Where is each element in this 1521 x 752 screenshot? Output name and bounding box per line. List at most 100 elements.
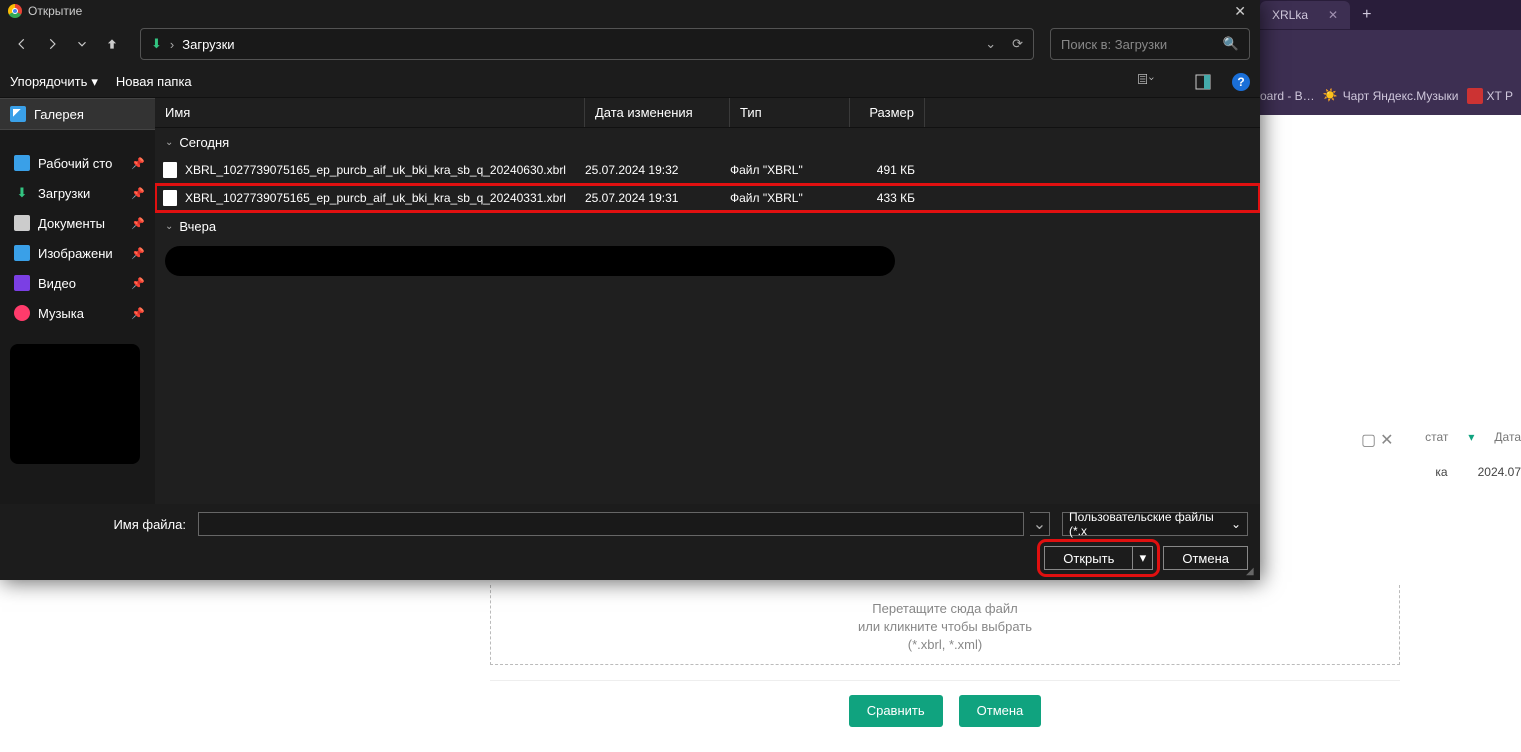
open-dropdown[interactable]: ▾ — [1133, 546, 1153, 570]
pin-icon: 📌 — [131, 217, 145, 230]
dialog-sidebar: Галерея Рабочий сто📌 ⬇Загрузки📌 Документ… — [0, 98, 155, 504]
maximize-icon[interactable]: ▢ — [1361, 430, 1376, 450]
view-mode-button[interactable] — [1138, 71, 1174, 92]
redacted-row — [165, 246, 895, 276]
file-list: ⌄Сегодня XBRL_1027739075165_ep_purcb_aif… — [155, 128, 1260, 504]
filetype-select[interactable]: Пользовательские файлы (*.x⌄ — [1062, 512, 1248, 536]
cancel-compare-button[interactable]: Отмена — [959, 695, 1042, 727]
pin-icon: 📌 — [131, 187, 145, 200]
sun-icon: ☀️ — [1323, 88, 1339, 104]
file-size: 433 КБ — [850, 191, 925, 205]
col-header-name[interactable]: Имя — [155, 98, 585, 127]
file-name: XBRL_1027739075165_ep_purcb_aif_uk_bki_k… — [185, 191, 585, 205]
bookmark-item[interactable]: XT P — [1467, 88, 1513, 104]
pin-icon: 📌 — [131, 277, 145, 290]
file-date: 25.07.2024 19:32 — [585, 163, 730, 177]
browser-tab[interactable]: XRLka ✕ — [1260, 1, 1350, 29]
sidebar-item-desktop[interactable]: Рабочий сто📌 — [0, 148, 155, 178]
filename-dropdown[interactable]: ⌄ — [1030, 512, 1050, 536]
video-icon — [14, 275, 30, 291]
pin-icon: 📌 — [131, 247, 145, 260]
filename-label: Имя файла: — [12, 517, 192, 532]
preview-pane-button[interactable] — [1192, 71, 1214, 93]
resize-grip[interactable]: ◢ — [1246, 566, 1258, 578]
cancel-button[interactable]: Отмена — [1163, 546, 1248, 570]
desktop-icon — [14, 155, 30, 171]
compare-button[interactable]: Сравнить — [849, 695, 943, 727]
chevron-down-icon: ⌄ — [165, 137, 173, 148]
file-drop-zone[interactable]: Перетащите сюда файл или кликните чтобы … — [490, 585, 1400, 665]
col-header-type[interactable]: Тип — [730, 98, 850, 127]
dialog-title: Открытие — [28, 4, 82, 18]
file-open-dialog: Открытие ✕ ⬇ › Загрузки ⌄ ⟳ Поиск в: Заг… — [0, 0, 1260, 580]
dialog-footer: Имя файла: ⌄ Пользовательские файлы (*.x… — [0, 504, 1260, 580]
pin-icon: 📌 — [131, 157, 145, 170]
chevron-down-icon: ⌄ — [165, 221, 173, 232]
up-button[interactable] — [100, 32, 124, 56]
file-icon — [163, 162, 177, 178]
music-icon — [14, 305, 30, 321]
sidebar-gallery[interactable]: Галерея — [0, 98, 155, 130]
pin-icon: 📌 — [131, 307, 145, 320]
col-header-size[interactable]: Размер — [850, 98, 925, 127]
open-button[interactable]: Открыть — [1044, 546, 1133, 570]
close-icon[interactable]: ✕ — [1380, 430, 1393, 450]
dialog-title-bar: Открытие ✕ — [0, 0, 1260, 22]
redacted-area — [10, 344, 140, 464]
dialog-toolbar: Упорядочить ▾ Новая папка ? — [0, 66, 1260, 98]
new-folder-button[interactable]: Новая папка — [116, 74, 192, 89]
file-size: 491 КБ — [850, 163, 925, 177]
file-group-yesterday[interactable]: ⌄Вчера — [155, 212, 1260, 240]
sidebar-item-documents[interactable]: Документы📌 — [0, 208, 155, 238]
organize-button[interactable]: Упорядочить ▾ — [10, 74, 98, 90]
dialog-close-icon[interactable]: ✕ — [1228, 3, 1252, 20]
documents-icon — [14, 215, 30, 231]
back-button[interactable] — [10, 32, 34, 56]
dialog-nav-bar: ⬇ › Загрузки ⌄ ⟳ Поиск в: Загрузки 🔍 — [0, 22, 1260, 66]
file-name: XBRL_1027739075165_ep_purcb_aif_uk_bki_k… — [185, 163, 585, 177]
col-header-date[interactable]: Дата изменения — [585, 98, 730, 127]
chevron-down-icon: ⌄ — [1231, 517, 1241, 531]
file-icon — [163, 190, 177, 206]
bookmark-item[interactable]: oard - B… — [1260, 89, 1315, 103]
file-row[interactable]: XBRL_1027739075165_ep_purcb_aif_uk_bki_k… — [155, 184, 1260, 212]
refresh-button[interactable]: ⟳ — [1012, 36, 1023, 52]
search-placeholder: Поиск в: Загрузки — [1061, 37, 1167, 52]
images-icon — [14, 245, 30, 261]
sidebar-item-downloads[interactable]: ⬇Загрузки📌 — [0, 178, 155, 208]
file-list-area: Имя Дата изменения Тип Размер ⌄Сегодня X… — [155, 98, 1260, 504]
bookmark-item[interactable]: ☀️Чарт Яндекс.Музыки — [1323, 88, 1459, 104]
tab-title: XRLka — [1272, 8, 1308, 22]
col-status: стат — [1425, 430, 1448, 444]
forward-button[interactable] — [40, 32, 64, 56]
file-row[interactable]: XBRL_1027739075165_ep_purcb_aif_uk_bki_k… — [155, 156, 1260, 184]
sidebar-item-music[interactable]: Музыка📌 — [0, 298, 155, 328]
address-bar[interactable]: ⬇ › Загрузки ⌄ ⟳ — [140, 28, 1034, 60]
search-input[interactable]: Поиск в: Загрузки 🔍 — [1050, 28, 1250, 60]
file-group-today[interactable]: ⌄Сегодня — [155, 128, 1260, 156]
sidebar-item-images[interactable]: Изображени📌 — [0, 238, 155, 268]
chrome-icon — [8, 4, 22, 18]
search-icon: 🔍 — [1223, 36, 1239, 52]
help-button[interactable]: ? — [1232, 73, 1250, 91]
file-column-headers: Имя Дата изменения Тип Размер — [155, 98, 1260, 128]
address-dropdown[interactable]: ⌄ — [985, 36, 996, 52]
col-date: Дата — [1494, 430, 1521, 444]
downloads-icon: ⬇ — [14, 185, 30, 201]
cell-status: ка — [1435, 465, 1447, 479]
sidebar-item-video[interactable]: Видео📌 — [0, 268, 155, 298]
sort-icon[interactable]: ▾ — [1468, 430, 1474, 444]
new-tab-button[interactable]: + — [1362, 6, 1371, 24]
file-type: Файл "XBRL" — [730, 191, 850, 205]
chevron-right-icon: › — [170, 37, 174, 52]
filename-input[interactable] — [198, 512, 1024, 536]
breadcrumb[interactable]: Загрузки — [182, 37, 234, 52]
rw-icon — [1467, 88, 1483, 104]
cell-date: 2024.07 — [1478, 465, 1521, 479]
file-type: Файл "XBRL" — [730, 163, 850, 177]
downloads-icon: ⬇ — [151, 36, 162, 52]
open-button-group: Открыть ▾ — [1044, 546, 1153, 570]
recent-dropdown[interactable] — [70, 32, 94, 56]
chevron-down-icon: ▾ — [91, 74, 98, 90]
tab-close-icon[interactable]: ✕ — [1328, 8, 1338, 22]
